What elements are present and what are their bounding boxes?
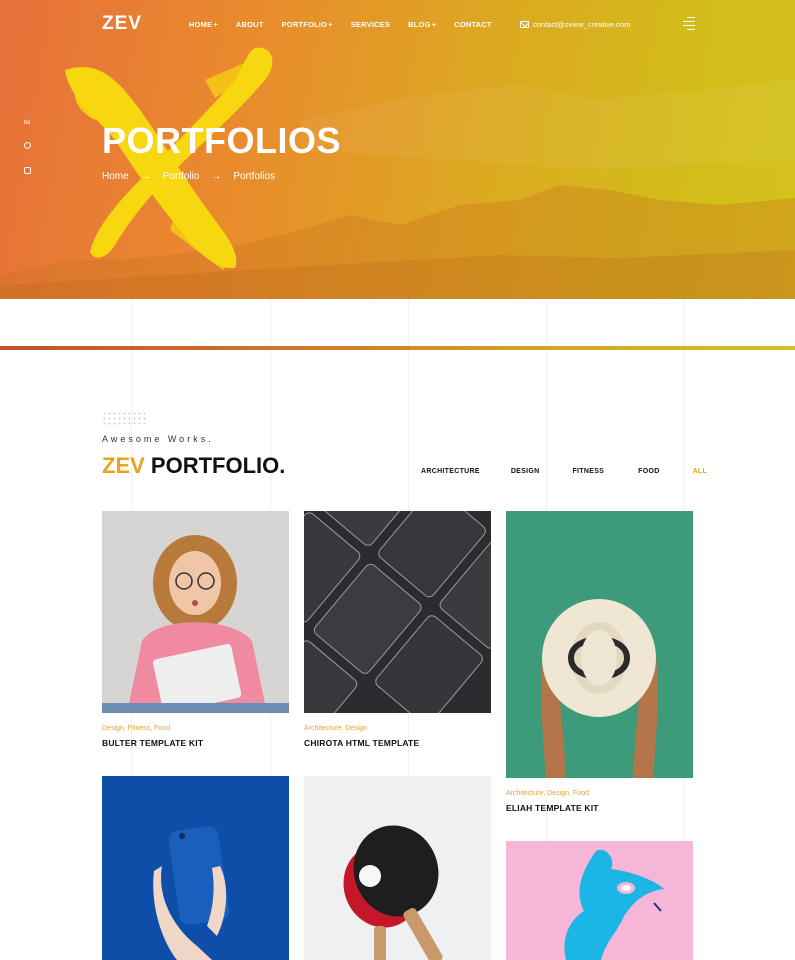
card-categories: Architecture, Design, Food	[506, 790, 589, 797]
plus-icon: +	[431, 20, 437, 29]
plus-icon: +	[328, 20, 333, 29]
instagram-icon[interactable]	[22, 167, 32, 176]
nav-portfolio[interactable]: PORTFOLIO+	[282, 20, 333, 29]
section-title-accent: ZEV	[102, 453, 145, 478]
card-categories: Design, Fitness, Food	[102, 725, 171, 732]
portfolio-card[interactable]	[506, 841, 693, 960]
hero-banner: ZEV HOME+ ABOUT PORTFOLIO+ SERVICES BLOG…	[0, 0, 795, 299]
nav-blog[interactable]: BLOG+	[408, 20, 436, 29]
filter-architecture[interactable]: ARCHITECTURE	[421, 468, 480, 475]
portfolio-card[interactable]: Architecture, Design CHIROTA HTML TEMPLA…	[304, 511, 491, 748]
nav-blog-label: BLOG	[408, 20, 431, 29]
portfolio-image-pingpong[interactable]	[304, 776, 491, 960]
portfolio-image-abstract[interactable]	[506, 841, 693, 960]
section-title-rest: PORTFOLIO.	[150, 453, 286, 478]
mail-icon	[520, 21, 529, 28]
portfolio-image-woman-laptop[interactable]	[102, 511, 289, 713]
behance-icon[interactable]: be	[22, 120, 32, 126]
section-title: ZEV PORTFOLIO.	[102, 453, 285, 479]
portfolio-card[interactable]: Design, Fitness, Food BULTER TEMPLATE KI…	[102, 511, 289, 748]
portfolio-card[interactable]	[304, 776, 491, 960]
nav-contact-label: CONTACT	[454, 20, 492, 29]
logo[interactable]: ZEV	[102, 13, 142, 35]
dot-pattern	[102, 411, 146, 427]
nav-about-label: ABOUT	[235, 20, 264, 29]
portfolio-card[interactable]: Architecture, Design, Food ELIAH TEMPLAT…	[506, 511, 693, 813]
arrow-right-icon: →	[211, 171, 222, 182]
social-links: be	[22, 120, 32, 192]
portfolio-image-phone-hand[interactable]	[102, 776, 289, 960]
main-nav: HOME+ ABOUT PORTFOLIO+ SERVICES BLOG+ CO…	[189, 20, 510, 29]
hamburger-icon[interactable]	[683, 17, 695, 31]
nav-services-label: SERVICES	[350, 20, 391, 29]
arrow-right-icon: →	[140, 171, 151, 182]
breadcrumb-current: Portfolios	[233, 171, 276, 182]
nav-services[interactable]: SERVICES	[351, 20, 390, 29]
filter-fitness[interactable]: FITNESS	[572, 468, 604, 475]
portfolio-image-tablets[interactable]	[304, 511, 491, 713]
contact-email-link[interactable]: contact@zview_creative.com	[520, 20, 630, 29]
breadcrumb-home[interactable]: Home	[102, 171, 129, 182]
plus-icon: +	[213, 20, 218, 29]
card-title[interactable]: CHIROTA HTML TEMPLATE	[304, 738, 491, 748]
filter-all[interactable]: ALL	[693, 468, 708, 475]
nav-portfolio-label: PORTFOLIO	[281, 20, 328, 29]
nav-home-label: HOME	[189, 20, 213, 29]
page-title: PORTFOLIOS	[102, 120, 341, 161]
breadcrumb: Home → Portfolio → Portfolios	[102, 171, 275, 182]
logo-text: ZEV	[102, 13, 142, 34]
gradient-divider	[0, 346, 795, 350]
portfolio-card[interactable]	[102, 776, 289, 960]
section-subtitle: Awesome Works.	[102, 434, 214, 444]
card-title[interactable]: BULTER TEMPLATE KIT	[102, 738, 289, 748]
nav-about[interactable]: ABOUT	[236, 20, 264, 29]
filter-food[interactable]: FOOD	[638, 468, 659, 475]
nav-contact[interactable]: CONTACT	[454, 20, 492, 29]
portfolio-image-hat[interactable]	[506, 511, 693, 778]
portfolio-filters: ARCHITECTURE DESIGN FITNESS FOOD ALL	[421, 468, 707, 475]
card-title[interactable]: ELIAH TEMPLATE KIT	[506, 803, 693, 813]
filter-design[interactable]: DESIGN	[511, 468, 540, 475]
card-categories: Architecture, Design	[304, 725, 368, 732]
nav-home[interactable]: HOME+	[189, 20, 218, 29]
contact-email: contact@zview_creative.com	[533, 20, 631, 29]
breadcrumb-portfolio[interactable]: Portfolio	[163, 171, 200, 182]
pinterest-icon[interactable]	[22, 142, 32, 151]
